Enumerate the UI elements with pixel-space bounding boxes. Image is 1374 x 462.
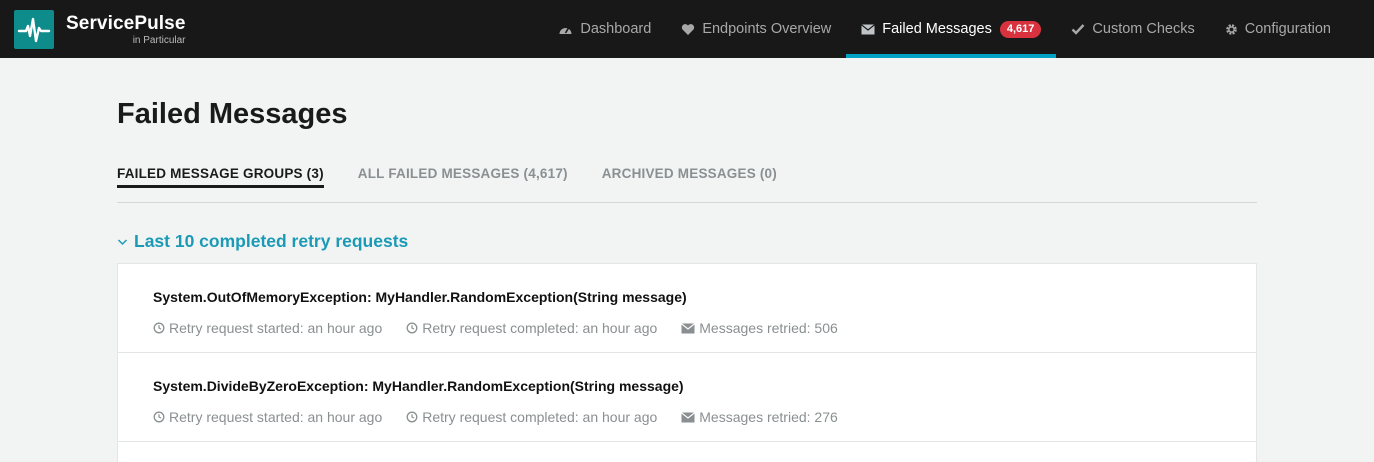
list-item: System.DivideByZeroException: MyHandler.…	[117, 352, 1257, 441]
exception-title: System.OutOfMemoryException: MyHandler.R…	[153, 289, 687, 305]
group-title: Last 10 completed retry requests	[134, 231, 409, 251]
envelope-icon	[681, 411, 696, 423]
tab-all-failed-messages[interactable]: ALL FAILED MESSAGES (4,617)	[358, 162, 568, 188]
nav-custom-checks[interactable]: Custom Checks	[1056, 0, 1209, 58]
tab-archived-messages[interactable]: ARCHIVED MESSAGES (0)	[602, 162, 777, 188]
check-icon	[1071, 23, 1085, 35]
nav-label: Failed Messages	[882, 21, 992, 37]
brand-name: ServicePulse	[66, 12, 186, 34]
clock-icon	[153, 322, 165, 334]
retry-completed: Retry request completed: an hour ago	[422, 320, 658, 336]
failed-count-badge: 4,617	[999, 20, 1042, 38]
top-navbar: ServicePulse in Particular Dashboard End…	[0, 0, 1374, 58]
nav-label: Configuration	[1244, 21, 1331, 37]
brand[interactable]: ServicePulse in Particular	[14, 10, 186, 49]
nav-label: Endpoints Overview	[702, 21, 832, 37]
dashboard-icon	[558, 23, 573, 36]
nav-label: Dashboard	[580, 21, 652, 37]
main-nav: Dashboard Endpoints Overview Failed Mess…	[543, 0, 1346, 58]
retry-requests-toggle[interactable]: Last 10 completed retry requests	[117, 231, 408, 252]
nav-endpoints-overview[interactable]: Endpoints Overview	[666, 0, 846, 58]
nav-label: Custom Checks	[1092, 21, 1195, 37]
gear-icon	[1225, 23, 1238, 36]
clock-icon	[406, 411, 418, 423]
brand-subtitle: in Particular	[132, 34, 186, 46]
chevron-down-icon	[117, 238, 128, 246]
retry-completed: Retry request completed: an hour ago	[422, 409, 658, 425]
pulse-icon	[14, 10, 54, 49]
messages-retried: Messages retried: 506	[699, 320, 838, 336]
retry-started: Retry request started: an hour ago	[169, 409, 383, 425]
envelope-icon	[681, 322, 696, 334]
retry-request-list: System.OutOfMemoryException: MyHandler.R…	[117, 263, 1257, 462]
tab-failed-message-groups[interactable]: FAILED MESSAGE GROUPS (3)	[117, 162, 324, 188]
retry-started: Retry request started: an hour ago	[169, 320, 383, 336]
page-title: Failed Messages	[117, 98, 348, 130]
nav-failed-messages[interactable]: Failed Messages 4,617	[846, 0, 1057, 58]
heart-icon	[681, 23, 695, 36]
exception-title: System.DivideByZeroException: MyHandler.…	[153, 378, 684, 394]
message-tabs: FAILED MESSAGE GROUPS (3) ALL FAILED MES…	[117, 162, 1257, 203]
list-item: System.OutOfMemoryException: MyHandler.R…	[117, 263, 1257, 352]
nav-configuration[interactable]: Configuration	[1210, 0, 1346, 58]
list-item	[117, 441, 1257, 462]
messages-retried: Messages retried: 276	[699, 409, 838, 425]
clock-icon	[406, 322, 418, 334]
envelope-icon	[861, 23, 876, 35]
nav-dashboard[interactable]: Dashboard	[543, 0, 666, 58]
clock-icon	[153, 411, 165, 423]
